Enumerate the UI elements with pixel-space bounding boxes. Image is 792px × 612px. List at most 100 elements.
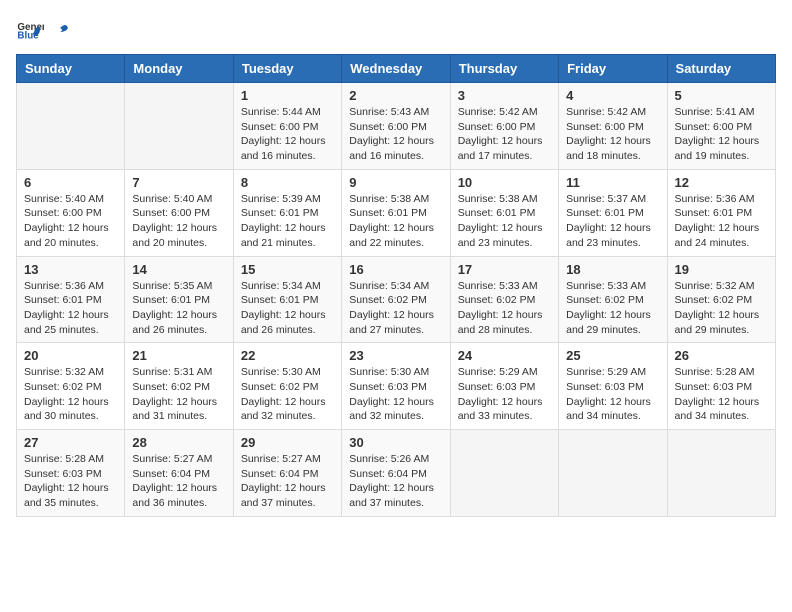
day-number: 14 (132, 262, 225, 277)
calendar-cell: 6 Sunrise: 5:40 AM Sunset: 6:00 PM Daylig… (17, 169, 125, 256)
day-number: 20 (24, 348, 117, 363)
header-sunday: Sunday (17, 55, 125, 83)
header-saturday: Saturday (667, 55, 775, 83)
cell-info: Sunrise: 5:28 AM Sunset: 6:03 PM Dayligh… (675, 365, 768, 424)
cell-info: Sunrise: 5:29 AM Sunset: 6:03 PM Dayligh… (458, 365, 551, 424)
calendar-cell: 26 Sunrise: 5:28 AM Sunset: 6:03 PM Dayli… (667, 343, 775, 430)
header-wednesday: Wednesday (342, 55, 450, 83)
cell-info: Sunrise: 5:30 AM Sunset: 6:02 PM Dayligh… (241, 365, 334, 424)
calendar-week-row: 1Sunrise: 5:44 AM Sunset: 6:00 PM Daylig… (17, 83, 776, 170)
calendar-cell: 2Sunrise: 5:43 AM Sunset: 6:00 PM Daylig… (342, 83, 450, 170)
day-number: 6 (24, 175, 117, 190)
header-friday: Friday (559, 55, 667, 83)
cell-info: Sunrise: 5:38 AM Sunset: 6:01 PM Dayligh… (349, 192, 442, 251)
cell-info: Sunrise: 5:41 AM Sunset: 6:00 PM Dayligh… (675, 105, 768, 164)
day-number: 8 (241, 175, 334, 190)
cell-info: Sunrise: 5:33 AM Sunset: 6:02 PM Dayligh… (458, 279, 551, 338)
header-tuesday: Tuesday (233, 55, 341, 83)
cell-info: Sunrise: 5:35 AM Sunset: 6:01 PM Dayligh… (132, 279, 225, 338)
calendar-cell (17, 83, 125, 170)
day-number: 27 (24, 435, 117, 450)
calendar-cell: 4 Sunrise: 5:42 AM Sunset: 6:00 PM Daylig… (559, 83, 667, 170)
cell-info: Sunrise: 5:38 AM Sunset: 6:01 PM Dayligh… (458, 192, 551, 251)
day-number: 28 (132, 435, 225, 450)
cell-info: Sunrise: 5:42 AM Sunset: 6:00 PM Dayligh… (566, 105, 659, 164)
calendar-cell: 28 Sunrise: 5:27 AM Sunset: 6:04 PM Dayli… (125, 430, 233, 517)
day-number: 22 (241, 348, 334, 363)
calendar-cell: 16 Sunrise: 5:34 AM Sunset: 6:02 PM Dayli… (342, 256, 450, 343)
cell-info: Sunrise: 5:26 AM Sunset: 6:04 PM Dayligh… (349, 452, 442, 511)
calendar-cell: 5Sunrise: 5:41 AM Sunset: 6:00 PM Daylig… (667, 83, 775, 170)
logo-icon: General Blue (16, 16, 44, 44)
day-number: 10 (458, 175, 551, 190)
cell-info: Sunrise: 5:37 AM Sunset: 6:01 PM Dayligh… (566, 192, 659, 251)
calendar-cell: 25Sunrise: 5:29 AM Sunset: 6:03 PM Dayli… (559, 343, 667, 430)
cell-info: Sunrise: 5:36 AM Sunset: 6:01 PM Dayligh… (24, 279, 117, 338)
logo-bird-icon (50, 20, 70, 40)
cell-info: Sunrise: 5:33 AM Sunset: 6:02 PM Dayligh… (566, 279, 659, 338)
header: General Blue (16, 16, 776, 44)
calendar-cell: 17 Sunrise: 5:33 AM Sunset: 6:02 PM Dayli… (450, 256, 558, 343)
day-number: 1 (241, 88, 334, 103)
cell-info: Sunrise: 5:34 AM Sunset: 6:01 PM Dayligh… (241, 279, 334, 338)
cell-info: Sunrise: 5:40 AM Sunset: 6:00 PM Dayligh… (132, 192, 225, 251)
calendar-cell: 7 Sunrise: 5:40 AM Sunset: 6:00 PM Daylig… (125, 169, 233, 256)
calendar-cell: 12Sunrise: 5:36 AM Sunset: 6:01 PM Dayli… (667, 169, 775, 256)
day-number: 23 (349, 348, 442, 363)
calendar-cell: 21 Sunrise: 5:31 AM Sunset: 6:02 PM Dayli… (125, 343, 233, 430)
calendar-cell: 13 Sunrise: 5:36 AM Sunset: 6:01 PM Dayli… (17, 256, 125, 343)
day-number: 11 (566, 175, 659, 190)
day-number: 29 (241, 435, 334, 450)
day-number: 13 (24, 262, 117, 277)
cell-info: Sunrise: 5:43 AM Sunset: 6:00 PM Dayligh… (349, 105, 442, 164)
day-number: 9 (349, 175, 442, 190)
cell-info: Sunrise: 5:27 AM Sunset: 6:04 PM Dayligh… (241, 452, 334, 511)
calendar-cell: 15Sunrise: 5:34 AM Sunset: 6:01 PM Dayli… (233, 256, 341, 343)
calendar-cell: 24 Sunrise: 5:29 AM Sunset: 6:03 PM Dayli… (450, 343, 558, 430)
calendar-cell (450, 430, 558, 517)
day-number: 17 (458, 262, 551, 277)
calendar-cell (667, 430, 775, 517)
calendar-week-row: 20 Sunrise: 5:32 AM Sunset: 6:02 PM Dayli… (17, 343, 776, 430)
calendar-week-row: 13 Sunrise: 5:36 AM Sunset: 6:01 PM Dayli… (17, 256, 776, 343)
calendar-cell: 30 Sunrise: 5:26 AM Sunset: 6:04 PM Dayli… (342, 430, 450, 517)
calendar-cell: 10 Sunrise: 5:38 AM Sunset: 6:01 PM Dayli… (450, 169, 558, 256)
calendar-table: SundayMondayTuesdayWednesdayThursdayFrid… (16, 54, 776, 517)
cell-info: Sunrise: 5:31 AM Sunset: 6:02 PM Dayligh… (132, 365, 225, 424)
day-number: 21 (132, 348, 225, 363)
day-number: 18 (566, 262, 659, 277)
calendar-cell (559, 430, 667, 517)
day-number: 24 (458, 348, 551, 363)
calendar-cell: 18 Sunrise: 5:33 AM Sunset: 6:02 PM Dayli… (559, 256, 667, 343)
calendar-cell: 19Sunrise: 5:32 AM Sunset: 6:02 PM Dayli… (667, 256, 775, 343)
calendar-cell: 23 Sunrise: 5:30 AM Sunset: 6:03 PM Dayli… (342, 343, 450, 430)
calendar-cell: 22 Sunrise: 5:30 AM Sunset: 6:02 PM Dayli… (233, 343, 341, 430)
cell-info: Sunrise: 5:39 AM Sunset: 6:01 PM Dayligh… (241, 192, 334, 251)
day-number: 30 (349, 435, 442, 450)
cell-info: Sunrise: 5:36 AM Sunset: 6:01 PM Dayligh… (675, 192, 768, 251)
day-number: 3 (458, 88, 551, 103)
calendar-cell: 11 Sunrise: 5:37 AM Sunset: 6:01 PM Dayli… (559, 169, 667, 256)
cell-info: Sunrise: 5:29 AM Sunset: 6:03 PM Dayligh… (566, 365, 659, 424)
calendar-cell: 9 Sunrise: 5:38 AM Sunset: 6:01 PM Daylig… (342, 169, 450, 256)
cell-info: Sunrise: 5:34 AM Sunset: 6:02 PM Dayligh… (349, 279, 442, 338)
cell-info: Sunrise: 5:42 AM Sunset: 6:00 PM Dayligh… (458, 105, 551, 164)
cell-info: Sunrise: 5:27 AM Sunset: 6:04 PM Dayligh… (132, 452, 225, 511)
cell-info: Sunrise: 5:40 AM Sunset: 6:00 PM Dayligh… (24, 192, 117, 251)
day-number: 19 (675, 262, 768, 277)
day-number: 26 (675, 348, 768, 363)
calendar-cell: 1Sunrise: 5:44 AM Sunset: 6:00 PM Daylig… (233, 83, 341, 170)
day-number: 16 (349, 262, 442, 277)
header-thursday: Thursday (450, 55, 558, 83)
cell-info: Sunrise: 5:30 AM Sunset: 6:03 PM Dayligh… (349, 365, 442, 424)
header-monday: Monday (125, 55, 233, 83)
calendar-cell (125, 83, 233, 170)
calendar-cell: 14 Sunrise: 5:35 AM Sunset: 6:01 PM Dayli… (125, 256, 233, 343)
calendar-header-row: SundayMondayTuesdayWednesdayThursdayFrid… (17, 55, 776, 83)
calendar-cell: 20 Sunrise: 5:32 AM Sunset: 6:02 PM Dayli… (17, 343, 125, 430)
calendar-week-row: 6 Sunrise: 5:40 AM Sunset: 6:00 PM Daylig… (17, 169, 776, 256)
logo: General Blue (16, 16, 70, 44)
cell-info: Sunrise: 5:32 AM Sunset: 6:02 PM Dayligh… (24, 365, 117, 424)
day-number: 4 (566, 88, 659, 103)
day-number: 7 (132, 175, 225, 190)
